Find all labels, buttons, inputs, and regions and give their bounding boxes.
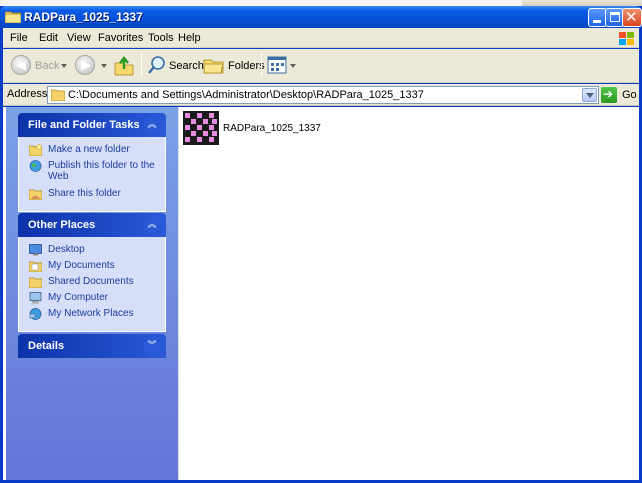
title-bar[interactable]: RADPara_1025_1337 ✕	[0, 6, 642, 28]
new-folder-icon	[29, 144, 42, 156]
place-label: My Documents	[48, 260, 115, 271]
place-my-documents[interactable]: My Documents	[29, 259, 165, 275]
details-panel: Details ︾	[18, 334, 166, 358]
close-icon: ✕	[625, 8, 638, 26]
back-label: Back	[35, 60, 60, 72]
task-share-folder[interactable]: Share this folder	[29, 187, 165, 203]
task-label: Make a new folder	[48, 144, 130, 155]
place-label: My Network Places	[48, 308, 134, 319]
my-documents-icon	[29, 261, 42, 272]
content-area: File and Folder Tasks ︽ Make a new folde…	[3, 107, 639, 480]
address-value: C:\Documents and Settings\Administrator\…	[68, 89, 424, 101]
file-item[interactable]: RADPara_1025_1337	[183, 111, 323, 151]
menu-view[interactable]: View	[67, 32, 91, 44]
image-thumbnail	[183, 111, 219, 145]
go-label: Go	[622, 89, 637, 101]
forward-dropdown-icon[interactable]	[101, 64, 107, 68]
views-button[interactable]	[267, 55, 297, 77]
views-dropdown-icon[interactable]	[290, 64, 296, 68]
back-button[interactable]: ◀ Back	[11, 55, 69, 77]
panel-title: File and Folder Tasks	[28, 119, 140, 131]
menu-bar: File Edit View Favorites Tools Help	[3, 28, 639, 48]
folder-icon	[5, 11, 21, 23]
shared-folder-icon	[29, 277, 42, 288]
address-bar: Address C:\Documents and Settings\Admini…	[3, 84, 639, 106]
place-label: My Computer	[48, 292, 109, 303]
file-list: RADPara_1025_1337	[178, 107, 639, 480]
back-arrow-icon: ◀	[11, 55, 31, 75]
details-header[interactable]: Details ︾	[18, 334, 166, 358]
place-label: Desktop	[48, 244, 85, 255]
file-name: RADPara_1025_1337	[223, 123, 321, 134]
go-button[interactable]: Go	[601, 87, 639, 103]
address-label: Address	[7, 88, 48, 100]
minimize-icon	[593, 20, 601, 23]
panel-title: Other Places	[28, 219, 96, 231]
expand-chevron-icon[interactable]: ︾	[144, 338, 160, 354]
window-title: RADPara_1025_1337	[24, 10, 143, 24]
folders-button[interactable]: Folders	[203, 55, 265, 77]
close-button[interactable]: ✕	[622, 8, 642, 27]
panel-title: Details	[28, 340, 65, 352]
address-dropdown-icon[interactable]	[582, 88, 597, 102]
computer-icon	[29, 292, 42, 304]
forward-button[interactable]: ▶	[75, 55, 109, 77]
other-places-panel: Other Places ︽ Desktop My Documents Shar…	[18, 213, 166, 332]
task-label: Share this folder	[48, 188, 121, 199]
place-label: Shared Documents	[48, 276, 134, 287]
globe-icon	[29, 160, 42, 172]
up-folder-icon	[114, 56, 134, 76]
views-icon	[267, 56, 287, 74]
panel-body: Desktop My Documents Shared Documents My…	[18, 237, 166, 332]
menu-help[interactable]: Help	[178, 32, 201, 44]
back-dropdown-icon[interactable]	[61, 64, 67, 68]
place-desktop[interactable]: Desktop	[29, 243, 165, 259]
desktop-icon	[29, 244, 42, 256]
menu-file[interactable]: File	[10, 32, 28, 44]
place-my-network[interactable]: My Network Places	[29, 307, 165, 323]
search-label: Search	[169, 60, 204, 72]
forward-arrow-icon: ▶	[75, 55, 95, 75]
other-places-header[interactable]: Other Places ︽	[18, 213, 166, 237]
network-icon	[29, 308, 42, 320]
share-folder-icon	[29, 189, 42, 200]
collapse-chevron-icon[interactable]: ︽	[144, 217, 160, 233]
toolbar: ◀ Back ▶ Search Folders	[3, 49, 639, 83]
toolbar-separator	[141, 53, 142, 77]
windows-logo-icon	[615, 29, 637, 47]
menu-tools[interactable]: Tools	[148, 32, 174, 44]
file-folder-tasks-panel: File and Folder Tasks ︽ Make a new folde…	[18, 113, 166, 212]
panel-body: Make a new folder Publish this folder to…	[18, 137, 166, 212]
menu-favorites[interactable]: Favorites	[98, 32, 143, 44]
folder-icon	[51, 89, 65, 101]
file-folder-tasks-header[interactable]: File and Folder Tasks ︽	[18, 113, 166, 137]
task-label: Publish this folder to the Web	[48, 160, 155, 182]
search-button[interactable]: Search	[147, 55, 204, 77]
menu-edit[interactable]: Edit	[39, 32, 58, 44]
up-folder-button[interactable]	[113, 55, 137, 77]
toolbar-separator	[261, 53, 262, 77]
folders-icon	[203, 59, 224, 74]
place-shared-documents[interactable]: Shared Documents	[29, 275, 165, 291]
go-arrow-icon	[601, 87, 617, 103]
maximize-icon	[610, 12, 620, 22]
task-publish-to-web[interactable]: Publish this folder to the Web	[29, 159, 165, 187]
task-pane: File and Folder Tasks ︽ Make a new folde…	[6, 107, 178, 480]
folders-label: Folders	[228, 60, 265, 72]
place-my-computer[interactable]: My Computer	[29, 291, 165, 307]
search-icon	[148, 56, 165, 74]
collapse-chevron-icon[interactable]: ︽	[144, 117, 160, 133]
explorer-window: RADPara_1025_1337 ✕ File Edit View Favor…	[0, 6, 642, 483]
task-make-new-folder[interactable]: Make a new folder	[29, 143, 165, 159]
address-field[interactable]: C:\Documents and Settings\Administrator\…	[47, 86, 599, 104]
